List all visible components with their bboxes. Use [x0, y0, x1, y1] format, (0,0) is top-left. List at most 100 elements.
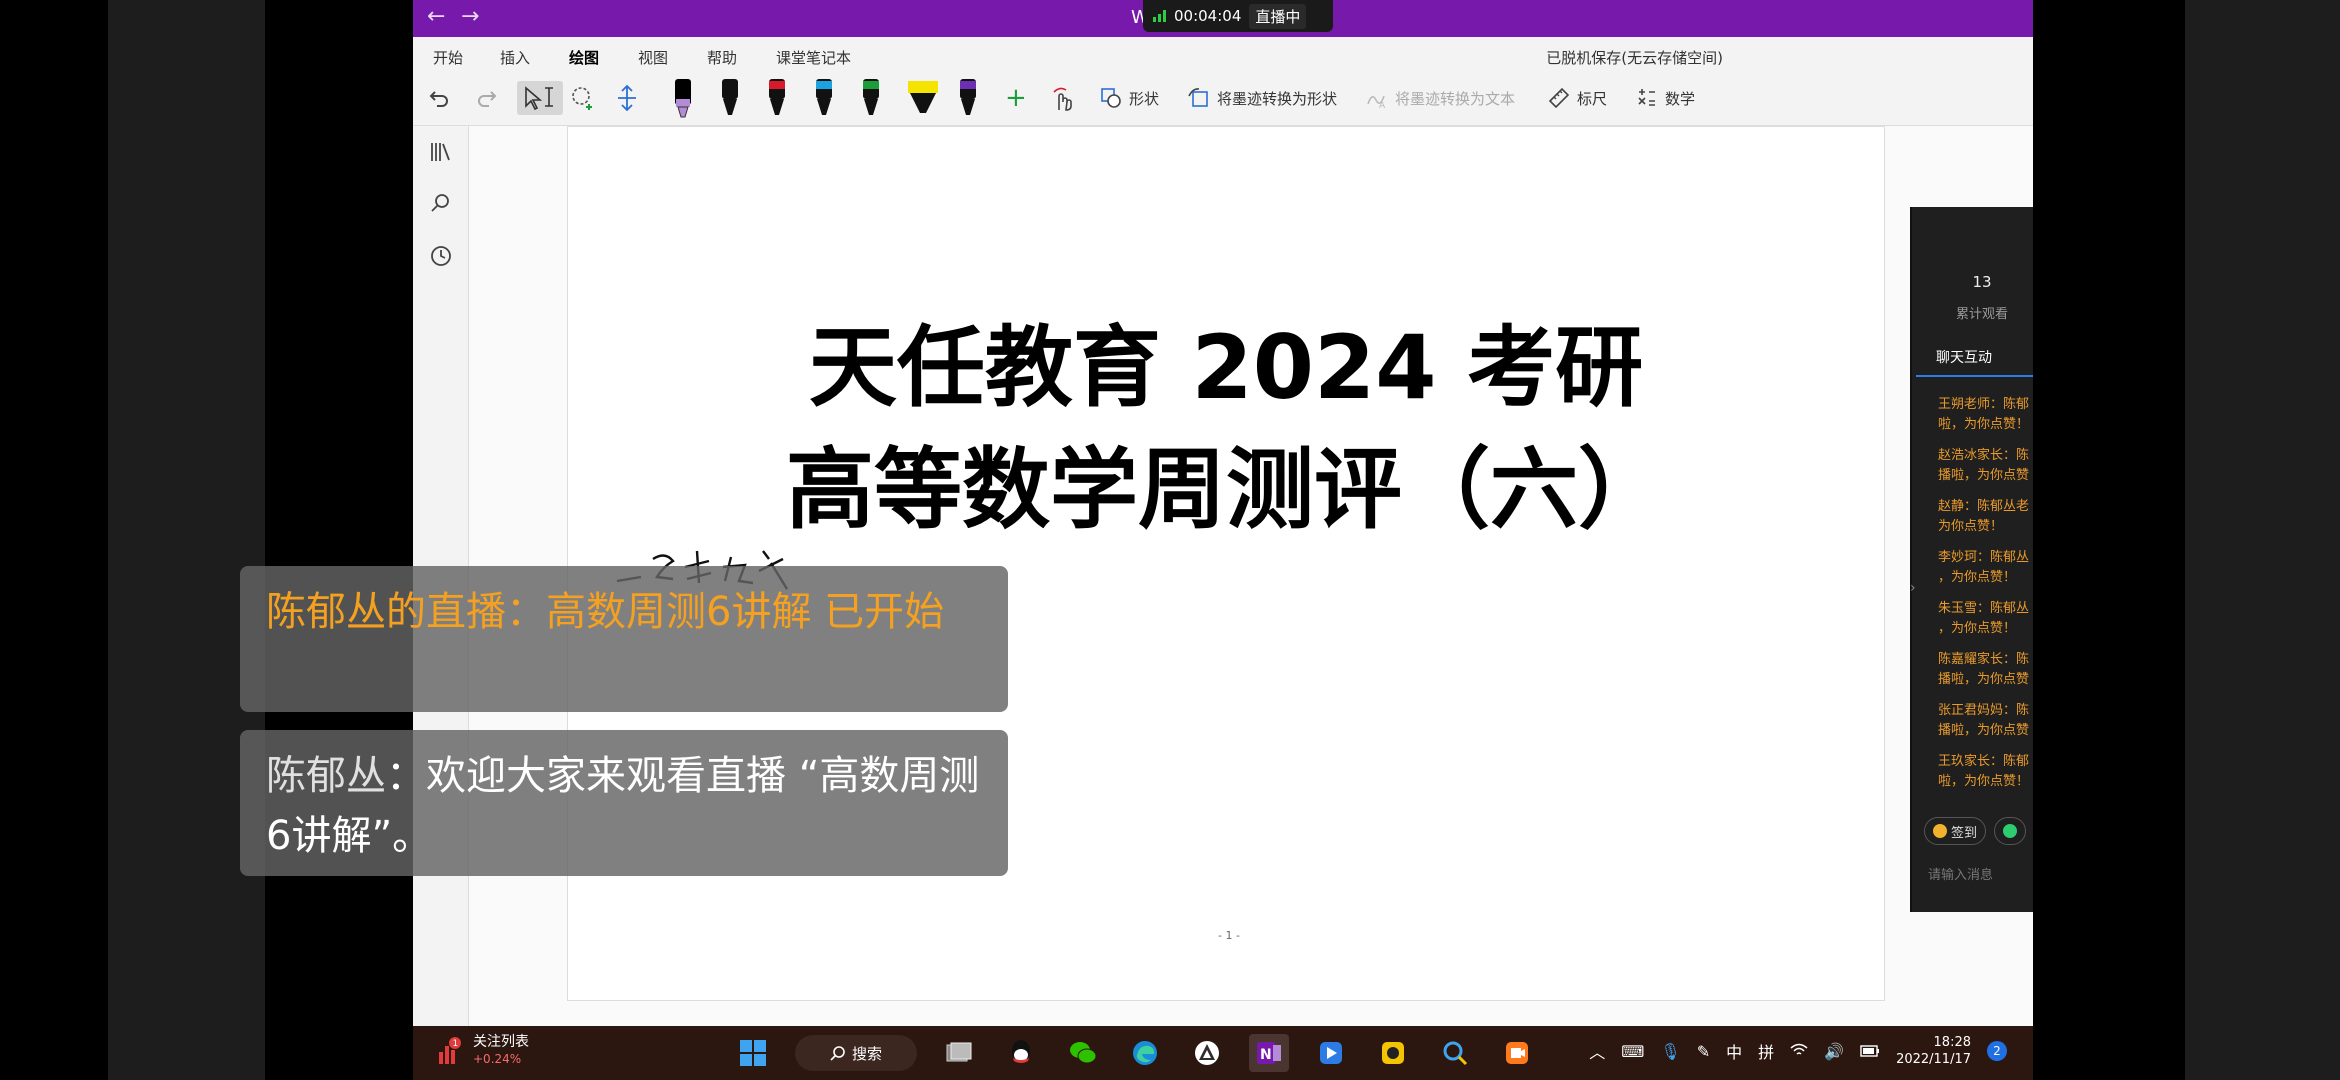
- redo-icon[interactable]: [475, 81, 499, 115]
- stock-widget[interactable]: 1 关注列表 +0.24%: [435, 1034, 529, 1068]
- task-view-icon[interactable]: [939, 1034, 979, 1072]
- tab-help[interactable]: 帮助: [707, 47, 737, 68]
- ruler-icon: [1548, 87, 1570, 109]
- clock[interactable]: 18:28 2022/11/17: [1896, 1034, 1971, 1068]
- pen-purple-icon[interactable]: [958, 77, 978, 119]
- search-icon: [830, 1046, 845, 1061]
- signin-button[interactable]: 签到: [1924, 817, 1987, 845]
- chat-line: 为你点赞！: [1938, 519, 2004, 534]
- pen-green-icon[interactable]: [861, 77, 881, 119]
- stock-label: 关注列表: [473, 1034, 529, 1050]
- app-yellow-icon[interactable]: [1373, 1034, 1413, 1072]
- stock-change: +0.24%: [473, 1052, 522, 1066]
- qq-icon[interactable]: [1001, 1034, 1041, 1072]
- chat-line: 赵静：陈郁丛老: [1938, 499, 2030, 514]
- ink-to-shape-icon: [1188, 88, 1208, 107]
- forward-arrow-icon[interactable]: →: [461, 4, 479, 29]
- keyboard-icon[interactable]: ⌨: [1621, 1042, 1644, 1061]
- feishu-icon[interactable]: [1187, 1034, 1227, 1072]
- panel-collapse-chevron-icon[interactable]: ›: [1910, 580, 1924, 620]
- live-streaming-app-icon[interactable]: [1497, 1034, 1537, 1072]
- ruler-button[interactable]: 标尺: [1547, 81, 1607, 115]
- page-number: - 1 -: [1218, 929, 1240, 942]
- highlighter-yellow-icon[interactable]: [906, 77, 940, 119]
- answer-icon: [2003, 824, 2018, 838]
- pen-1-icon[interactable]: [673, 77, 693, 119]
- notebooks-icon[interactable]: [427, 138, 455, 166]
- ink-to-text-icon: A: [1367, 95, 1386, 110]
- tab-home[interactable]: 开始: [433, 47, 463, 68]
- system-tray: ︿ ⌨ 🎙 ✎ 中 拼 🔊 18:28 2022/11/17 2: [1589, 1034, 2007, 1068]
- microphone-icon[interactable]: 🎙: [1660, 1042, 1680, 1061]
- chat-line: 啦，为你点赞！: [1938, 774, 2030, 789]
- wechat-icon[interactable]: [1063, 1034, 1103, 1072]
- taskbar-search-label: 搜索: [851, 1044, 882, 1063]
- svg-text:N: N: [1260, 1047, 1272, 1063]
- math-icon: [1638, 89, 1655, 106]
- left-letterbox: [108, 0, 265, 1080]
- tab-view[interactable]: 视图: [638, 47, 668, 68]
- math-button[interactable]: 数学: [1635, 81, 1695, 115]
- ime-chinese[interactable]: 中: [1726, 1039, 1742, 1063]
- screen: ← → W e 00:04:04 直播中 开始 插入 绘图 视图 帮助 课堂笔记…: [0, 0, 2340, 1080]
- live-start-text: 陈郁丛的直播：高数周测6讲解 已开始: [266, 589, 945, 635]
- tray-chevron-up-icon[interactable]: ︿: [1589, 1039, 1605, 1063]
- title-bar: ← → W e 00:04:04 直播中: [413, 0, 2033, 37]
- ink-to-text-button[interactable]: A 将墨迹转换为文本: [1365, 81, 1515, 115]
- undo-icon[interactable]: [427, 81, 451, 115]
- app-blue-icon[interactable]: [1311, 1034, 1351, 1072]
- ime-pinyin[interactable]: 拼: [1758, 1039, 1774, 1063]
- add-pen-icon[interactable]: +: [1005, 81, 1027, 115]
- ink-to-shape-button[interactable]: 将墨迹转换为形状: [1187, 81, 1337, 115]
- pen-icon[interactable]: ✎: [1697, 1042, 1710, 1061]
- live-status: 直播中: [1249, 3, 1307, 29]
- add-space-icon[interactable]: [615, 81, 639, 115]
- select-text-tool-icon[interactable]: [517, 81, 563, 115]
- chat-line: 播啦，为你点赞: [1938, 672, 2030, 687]
- wifi-icon[interactable]: [1790, 1042, 1808, 1061]
- pen-blue-icon[interactable]: [814, 77, 834, 119]
- chat-line: 朱玉雪：陈郁丛: [1938, 601, 2030, 616]
- edge-browser-icon[interactable]: [1125, 1034, 1165, 1072]
- shapes-label: 形状: [1129, 89, 1160, 108]
- tab-class-notebook[interactable]: 课堂笔记本: [776, 47, 851, 68]
- volume-icon[interactable]: 🔊: [1824, 1042, 1844, 1061]
- view-count-label: 累计观看: [1955, 307, 2008, 322]
- lasso-select-icon[interactable]: [569, 81, 597, 115]
- view-count: 13: [1972, 273, 1992, 291]
- battery-icon[interactable]: [1860, 1042, 1880, 1061]
- shapes-button[interactable]: 形状: [1099, 81, 1159, 115]
- tab-draw[interactable]: 绘图: [569, 47, 600, 74]
- ink-to-text-label: 将墨迹转换为文本: [1395, 89, 1516, 108]
- recent-clock-icon[interactable]: [427, 242, 455, 270]
- taskbar-search-button[interactable]: 搜索: [795, 1035, 917, 1071]
- right-letterbox: [2185, 0, 2340, 1080]
- live-start-notification: 陈郁丛的直播：高数周测6讲解 已开始: [240, 566, 1008, 712]
- chat-line: 王玖家长：陈郁: [1938, 754, 2030, 769]
- search-icon[interactable]: [427, 190, 455, 218]
- windows-start-icon[interactable]: [733, 1034, 773, 1072]
- chat-line: 啦，为你点赞！: [1938, 417, 2030, 432]
- shapes-icon: [1101, 88, 1121, 108]
- tab-insert[interactable]: 插入: [500, 47, 530, 68]
- chat-input[interactable]: 请输入消息: [1928, 864, 1993, 883]
- chat-line: 播啦，为你点赞: [1938, 468, 2030, 483]
- pen-2-icon[interactable]: [720, 77, 740, 119]
- welcome-sender: 陈郁丛: [266, 753, 386, 799]
- notification-center-badge[interactable]: 2: [1987, 1041, 2007, 1061]
- touch-draw-icon[interactable]: [1050, 81, 1076, 115]
- back-arrow-icon[interactable]: ←: [427, 4, 445, 29]
- live-side-panel: 13 累计观看 聊天互动 王朔老师：陈郁 啦，为你点赞！ 赵浩冰家长：陈 播啦，…: [1910, 207, 2033, 912]
- onenote-window: ← → W e 00:04:04 直播中 开始 插入 绘图 视图 帮助 课堂笔记…: [413, 0, 2033, 1080]
- taskbar-apps: 搜索 N: [733, 1034, 1537, 1072]
- welcome-notification: 陈郁丛：欢迎大家来观看直播 “高数周测6讲解”。: [240, 730, 1008, 876]
- answer-button[interactable]: [1994, 817, 2027, 845]
- ribbon-tabs: 开始 插入 绘图 视图 帮助 课堂笔记本 已脱机保存(无云存储空间): [413, 37, 2033, 74]
- save-status: 已脱机保存(无云存储空间): [1546, 49, 1723, 67]
- signin-icon: [1933, 824, 1947, 838]
- chat-messages: 王朔老师：陈郁 啦，为你点赞！ 赵浩冰家长：陈 播啦，为你点赞 赵静：陈郁丛老 …: [1938, 395, 2033, 803]
- search-app-icon[interactable]: [1435, 1034, 1475, 1072]
- pen-red-icon[interactable]: [767, 77, 787, 119]
- onenote-icon[interactable]: N: [1249, 1034, 1289, 1072]
- tab-chat[interactable]: 聊天互动: [1916, 347, 2033, 377]
